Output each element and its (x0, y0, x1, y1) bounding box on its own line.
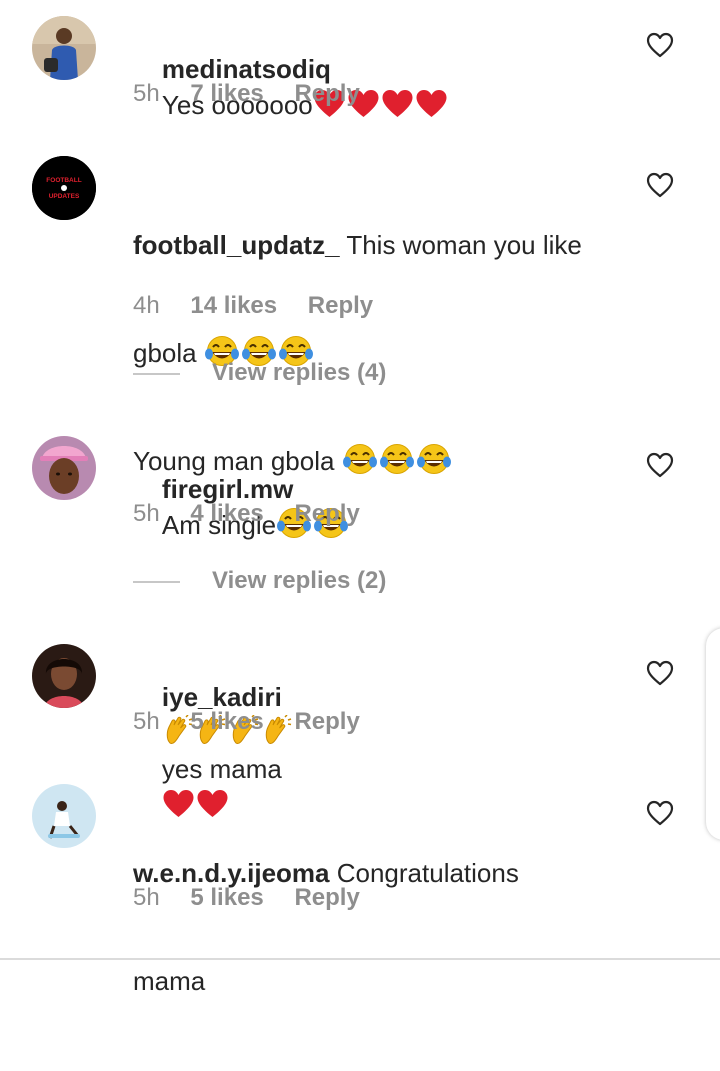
likes-count[interactable]: 7 likes (190, 79, 263, 109)
like-heart-icon[interactable] (646, 660, 674, 686)
reply-button[interactable]: Reply (294, 79, 359, 109)
avatar[interactable] (32, 784, 96, 848)
comment-meta: 5h 5 likes Reply (133, 707, 360, 737)
comment-meta: 5h 5 likes Reply (133, 883, 360, 913)
view-replies-button[interactable]: View replies (4) (133, 358, 386, 388)
comment-content: This woman you like (346, 230, 582, 260)
profile-photo-icon (32, 784, 96, 848)
username[interactable]: football_updatz_ (133, 230, 340, 260)
comment-meta: 4h 14 likes Reply (133, 291, 373, 321)
divider-line (133, 372, 180, 375)
likes-count[interactable]: 5 likes (190, 883, 263, 913)
timestamp: 4h (133, 292, 160, 319)
like-heart-icon[interactable] (646, 452, 674, 478)
reply-button[interactable]: Reply (294, 707, 359, 737)
divider (0, 958, 720, 960)
divider-line (133, 580, 180, 583)
likes-count[interactable]: 14 likes (190, 291, 277, 321)
comment-content: Congratulations (336, 858, 519, 888)
avatar-text-top: FOOTBALL (46, 177, 81, 184)
avatar[interactable] (32, 644, 96, 708)
like-heart-icon[interactable] (646, 800, 674, 826)
profile-photo-icon (32, 644, 96, 708)
side-panel-edge[interactable] (706, 628, 720, 840)
likes-count[interactable]: 4 likes (190, 499, 263, 529)
avatar[interactable]: FOOTBALL UPDATES (32, 156, 96, 220)
comment-text: w.e.n.d.y.ijeoma Congratulations mama (133, 783, 623, 1071)
comment-meta: 5h 7 likes Reply (133, 79, 360, 109)
likes-count[interactable]: 5 likes (190, 707, 263, 737)
timestamp: 5h (133, 884, 160, 911)
view-replies-button[interactable]: View replies (2) (133, 566, 386, 596)
view-replies-label: View replies (4) (212, 359, 387, 386)
avatar-text-bottom: UPDATES (49, 193, 80, 200)
comment-meta: 5h 4 likes Reply (133, 499, 360, 529)
profile-photo-icon (32, 436, 96, 500)
comment-content: yes mama (161, 754, 282, 784)
timestamp: 5h (133, 80, 160, 107)
timestamp: 5h (133, 500, 160, 527)
avatar[interactable] (32, 16, 96, 80)
reply-button[interactable]: Reply (308, 291, 373, 321)
timestamp: 5h (133, 708, 160, 735)
red-heart-emoji-icon (415, 89, 448, 119)
like-heart-icon[interactable] (646, 172, 674, 198)
comment-content: mama (133, 966, 206, 996)
avatar[interactable] (32, 436, 96, 500)
football-updates-logo-icon: FOOTBALL UPDATES (32, 156, 96, 220)
profile-photo-icon (32, 16, 96, 80)
reply-button[interactable]: Reply (294, 883, 359, 913)
like-heart-icon[interactable] (646, 32, 674, 58)
view-replies-label: View replies (2) (212, 567, 387, 594)
red-heart-emoji-icon (381, 89, 414, 119)
reply-button[interactable]: Reply (294, 499, 359, 529)
